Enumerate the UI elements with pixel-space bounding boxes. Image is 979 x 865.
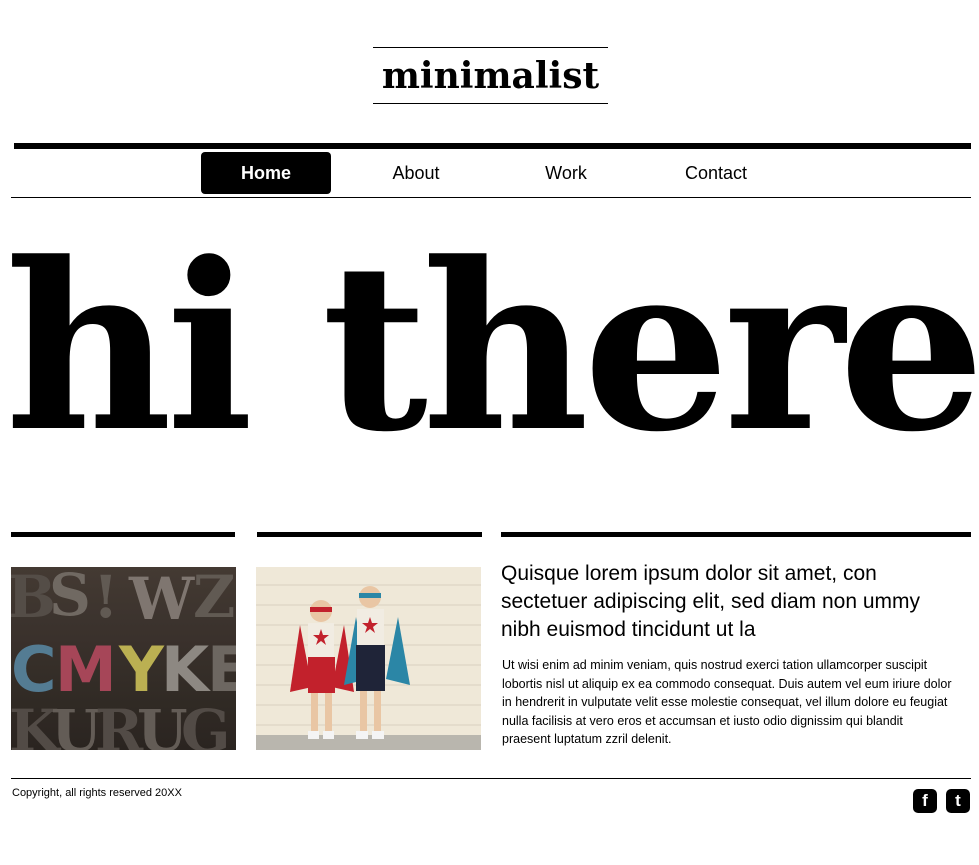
column-rule-2 bbox=[257, 532, 482, 537]
site-logo-frame: minimalist bbox=[373, 47, 608, 104]
footer-rule bbox=[11, 778, 971, 779]
letterpress-wood-type-photo[interactable]: B S ! W Z C M Y K E K U R U G bbox=[11, 567, 236, 750]
hero: hi there bbox=[5, 228, 979, 468]
hero-headline: hi there bbox=[5, 213, 979, 483]
site-logo[interactable]: minimalist bbox=[382, 58, 599, 94]
kids-superhero-photo[interactable] bbox=[256, 567, 481, 750]
nav-item-contact[interactable]: Contact bbox=[651, 152, 781, 194]
facebook-icon[interactable]: f bbox=[913, 789, 937, 813]
nav-bottom-rule bbox=[11, 197, 971, 198]
nav-item-about[interactable]: About bbox=[351, 152, 481, 194]
article-title: Quisque lorem ipsum dolor sit amet, con … bbox=[501, 562, 921, 641]
column-rule-1 bbox=[11, 532, 235, 537]
copyright-text: Copyright, all rights reserved 20XX bbox=[12, 787, 182, 799]
column-rule-3 bbox=[501, 532, 971, 537]
twitter-icon[interactable]: t bbox=[946, 789, 970, 813]
nav-item-home[interactable]: Home bbox=[201, 152, 331, 194]
main-nav: Home About Work Contact bbox=[0, 152, 979, 194]
article-body: Ut wisi enim ad minim veniam, quis nostr… bbox=[502, 658, 952, 746]
nav-item-work[interactable]: Work bbox=[501, 152, 631, 194]
letterpress-photo-graphic: B S ! W Z C M Y K E K U R U G bbox=[11, 567, 236, 750]
nav-top-rule bbox=[14, 143, 971, 149]
superhero-photo-graphic bbox=[256, 567, 481, 750]
